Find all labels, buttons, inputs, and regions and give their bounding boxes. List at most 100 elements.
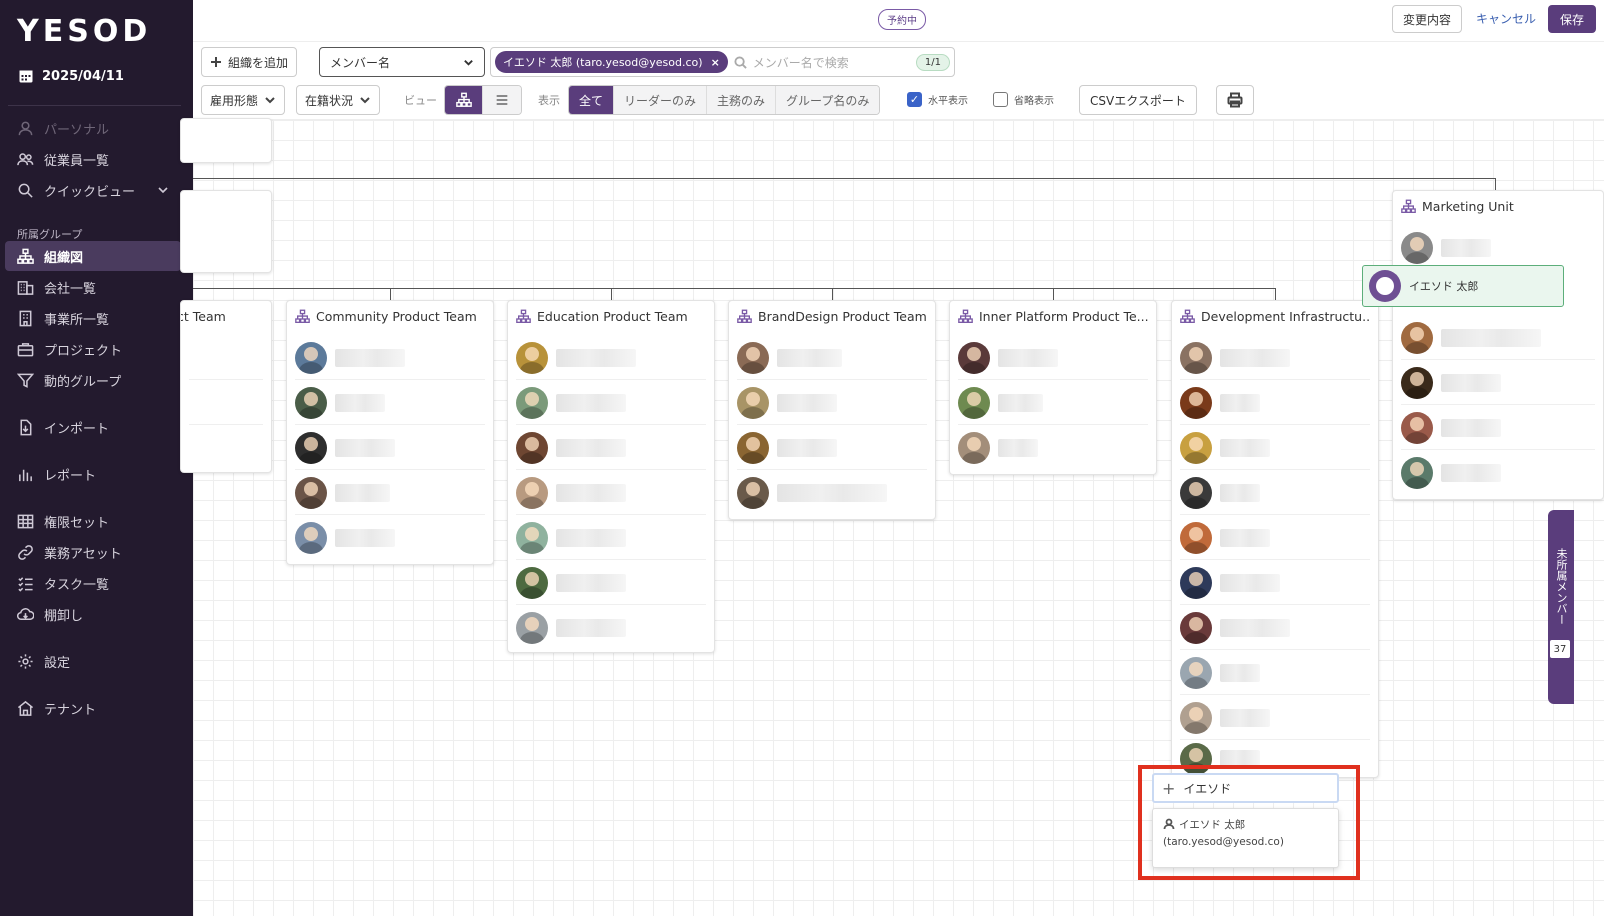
- team-member[interactable]: [958, 336, 1148, 380]
- sidebar-item-permission-sets[interactable]: 権限セット: [5, 506, 181, 536]
- sidebar-item-dynamic-groups[interactable]: 動的グループ: [5, 365, 181, 395]
- org-card-parent-partial[interactable]: [180, 190, 272, 273]
- sidebar-item-business-assets[interactable]: 業務アセット: [5, 537, 181, 567]
- member-search[interactable]: イエソド 太郎 (taro.yesod@yesod.co) × メンバー名で検索…: [490, 47, 955, 77]
- team-member[interactable]: [516, 561, 706, 605]
- team-member[interactable]: [516, 426, 706, 470]
- unassigned-members-tab[interactable]: 未所属メンバー: [1548, 510, 1574, 704]
- team-member[interactable]: [1401, 316, 1595, 360]
- team-member[interactable]: [516, 516, 706, 560]
- display-option-leaders[interactable]: リーダーのみ: [614, 86, 708, 114]
- team-member[interactable]: [737, 426, 927, 470]
- team-member[interactable]: [1401, 226, 1595, 270]
- team-member[interactable]: [516, 336, 706, 380]
- team-member[interactable]: [516, 471, 706, 515]
- team-member[interactable]: [295, 471, 485, 515]
- team-member[interactable]: [1180, 336, 1370, 380]
- sidebar-item-companies[interactable]: 会社一覧: [5, 272, 181, 302]
- team-member[interactable]: [1180, 516, 1370, 560]
- team-member[interactable]: [516, 381, 706, 425]
- compact-checkbox[interactable]: 省略表示: [993, 92, 1054, 107]
- org-card-team[interactable]: Community Product Team: [286, 300, 494, 565]
- sidebar-item-label: 棚卸し: [44, 608, 84, 624]
- cancel-button[interactable]: キャンセル: [1476, 10, 1536, 27]
- team-member[interactable]: [295, 516, 485, 560]
- team-member[interactable]: [1180, 651, 1370, 695]
- compact-label: 省略表示: [1014, 96, 1054, 107]
- sidebar-item-import[interactable]: インポート: [5, 412, 181, 442]
- sidebar-item-reports[interactable]: レポート: [5, 459, 181, 489]
- employment-filter[interactable]: 雇用形態: [201, 85, 286, 115]
- org-chart-icon: [737, 309, 752, 323]
- team-member[interactable]: [1180, 471, 1370, 515]
- team-member[interactable]: [1180, 606, 1370, 650]
- changes-button[interactable]: 変更内容: [1392, 5, 1463, 33]
- app-logo[interactable]: YESOD: [17, 14, 151, 49]
- avatar: [516, 612, 548, 644]
- chevron-down-icon[interactable]: [157, 184, 169, 196]
- sidebar-item-offices[interactable]: 事業所一覧: [5, 303, 181, 333]
- sidebar-item-employees[interactable]: 従業員一覧: [5, 144, 181, 174]
- team-member[interactable]: [737, 471, 927, 515]
- team-member[interactable]: [958, 381, 1148, 425]
- sidebar-item-org-chart[interactable]: 組織図: [5, 241, 181, 271]
- org-card-team[interactable]: BrandDesign Product Team: [728, 300, 936, 520]
- team-member[interactable]: [737, 336, 927, 380]
- org-card-team[interactable]: Inner Platform Product Te...: [949, 300, 1157, 475]
- team-member[interactable]: [295, 426, 485, 470]
- member-select[interactable]: メンバー名: [319, 47, 485, 77]
- add-member-input[interactable]: + イエソド: [1152, 773, 1339, 803]
- chip-remove-icon[interactable]: ×: [711, 56, 720, 69]
- team-member[interactable]: [737, 381, 927, 425]
- sidebar-item-tasks[interactable]: タスク一覧: [5, 568, 181, 598]
- view-tree-button[interactable]: [445, 86, 483, 114]
- team-member[interactable]: [1180, 696, 1370, 740]
- connector-line: [193, 288, 1276, 289]
- sidebar-item-settings[interactable]: 設定: [5, 646, 181, 676]
- display-option-group-names[interactable]: グループ名のみ: [776, 86, 880, 114]
- org-card-parent-partial[interactable]: [180, 118, 272, 163]
- team-member[interactable]: [1180, 426, 1370, 470]
- current-date[interactable]: 2025/04/11: [18, 68, 124, 84]
- team-member[interactable]: [1180, 381, 1370, 425]
- sidebar-item-tenant[interactable]: テナント: [5, 693, 181, 723]
- display-option-primary[interactable]: 主務のみ: [707, 86, 777, 114]
- org-card-team[interactable]: Marketing Unit: [1392, 190, 1604, 500]
- status-filter[interactable]: 在籍状況: [296, 85, 381, 115]
- team-member[interactable]: [958, 426, 1148, 470]
- tenant-icon: [17, 700, 34, 716]
- highlighted-member[interactable]: イエソド 太郎: [1362, 265, 1564, 307]
- team-member[interactable]: [1401, 406, 1595, 450]
- view-list-button[interactable]: [483, 86, 521, 114]
- org-card-team[interactable]: ct Team: [180, 300, 272, 473]
- team-member[interactable]: [189, 381, 263, 425]
- sidebar-item-label: 設定: [44, 655, 71, 671]
- avatar-placeholder-icon: [1369, 270, 1401, 302]
- add-org-button[interactable]: 組織を追加: [201, 47, 298, 77]
- team-member[interactable]: [1401, 361, 1595, 405]
- display-option-all[interactable]: 全て: [569, 86, 615, 114]
- org-card-team[interactable]: Education Product Team: [507, 300, 715, 653]
- checkbox-box[interactable]: [993, 92, 1008, 107]
- team-member[interactable]: [516, 606, 706, 650]
- team-member[interactable]: [1180, 561, 1370, 605]
- team-member[interactable]: [295, 336, 485, 380]
- view-label: ビュー: [404, 94, 437, 107]
- search-input[interactable]: メンバー名で検索: [753, 54, 910, 71]
- sidebar-item-quickview[interactable]: クイックビュー: [5, 175, 181, 205]
- horizontal-checkbox[interactable]: ✓ 水平表示: [907, 92, 968, 107]
- selected-member-chip[interactable]: イエソド 太郎 (taro.yesod@yesod.co) ×: [495, 51, 728, 73]
- sidebar-item-projects[interactable]: プロジェクト: [5, 334, 181, 364]
- save-button[interactable]: 保存: [1548, 5, 1596, 33]
- org-chart-icon: [1401, 199, 1416, 213]
- team-member[interactable]: [189, 336, 263, 380]
- team-member[interactable]: [295, 381, 485, 425]
- team-member[interactable]: [189, 426, 263, 470]
- team-member[interactable]: [1401, 451, 1595, 495]
- csv-export-button[interactable]: CSVエクスポート: [1079, 85, 1197, 115]
- print-button[interactable]: [1216, 85, 1254, 115]
- org-card-team[interactable]: Development Infrastructu...: [1171, 300, 1379, 778]
- add-member-suggestion[interactable]: イエソド 太郎 (taro.yesod@yesod.co): [1152, 808, 1339, 868]
- sidebar-item-inventory[interactable]: 棚卸し: [5, 599, 181, 629]
- checkmark-icon[interactable]: ✓: [907, 92, 922, 107]
